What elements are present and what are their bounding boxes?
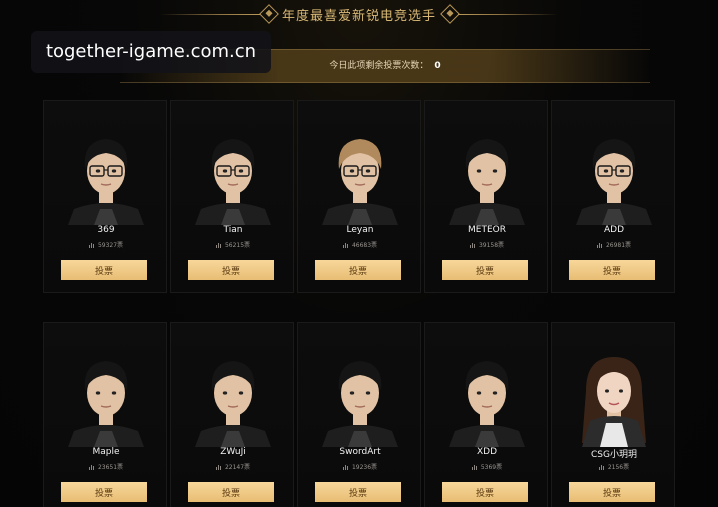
player-card: METEOR 39158票投票 <box>424 100 548 293</box>
vote-button[interactable]: 投票 <box>442 260 528 280</box>
player-card: Leyan 46683票投票 <box>297 100 421 293</box>
bar-chart-icon <box>471 464 478 470</box>
vote-count-text: 46683票 <box>351 242 378 249</box>
vote-count: 59327票 <box>44 240 168 249</box>
remaining-votes-label: 今日此项剩余投票次数： <box>329 61 429 71</box>
player-avatar <box>445 129 529 225</box>
vote-button[interactable]: 投票 <box>315 482 401 502</box>
player-photo <box>68 361 144 447</box>
player-avatar <box>318 129 402 225</box>
bar-chart-icon <box>88 464 95 470</box>
player-photo <box>449 139 525 225</box>
player-photo <box>195 361 271 447</box>
vote-count-text: 5369票 <box>480 464 503 471</box>
vote-button[interactable]: 投票 <box>61 482 147 502</box>
vote-count: 2156票 <box>552 462 676 471</box>
bar-chart-icon <box>469 242 476 248</box>
player-card: CSG小玥玥 2156票投票 <box>551 322 675 507</box>
player-card: SwordArt 19236票投票 <box>297 322 421 507</box>
bar-chart-icon <box>215 464 222 470</box>
player-card: ZWuJi 22147票投票 <box>170 322 294 507</box>
vote-count: 5369票 <box>425 462 549 471</box>
player-card: ADD 26981票投票 <box>551 100 675 293</box>
player-photo <box>582 357 646 447</box>
player-name: ADD <box>603 225 625 235</box>
player-photo <box>322 361 398 447</box>
vote-button[interactable]: 投票 <box>315 260 401 280</box>
player-avatar <box>572 129 656 225</box>
vote-count: 39158票 <box>425 240 549 249</box>
vote-count-text: 26981票 <box>605 242 632 249</box>
vote-button[interactable]: 投票 <box>569 482 655 502</box>
player-name: ZWuJi <box>220 447 246 457</box>
player-photo <box>576 139 652 225</box>
player-card: Tian 56215票投票 <box>170 100 294 293</box>
bar-chart-icon <box>598 464 605 470</box>
player-grid: 369 59327票 投票 Tian 56215票 投票 Leyan 46683票 投票 METE… <box>43 100 676 507</box>
player-photo <box>449 361 525 447</box>
vote-page: 年度最喜爱新锐电竞选手 together-igame.com.cn 今日此项剩余… <box>0 0 718 507</box>
vote-count: 56215票 <box>171 240 295 249</box>
player-name: 369 <box>97 225 115 235</box>
vote-count-text: 2156票 <box>607 464 630 471</box>
vote-count-text: 39158票 <box>478 242 505 249</box>
vote-button[interactable]: 投票 <box>188 482 274 502</box>
player-avatar <box>572 351 656 447</box>
section-header: 年度最喜爱新锐电竞选手 <box>0 0 718 30</box>
vote-count: 22147票 <box>171 462 295 471</box>
player-avatar <box>191 351 275 447</box>
bar-chart-icon <box>215 242 222 248</box>
header-divider-right <box>458 14 558 15</box>
bar-chart-icon <box>88 242 95 248</box>
player-card: 369 59327票投票 <box>43 100 167 293</box>
player-name: Tian <box>223 225 243 235</box>
player-avatar <box>64 129 148 225</box>
vote-count-text: 56215票 <box>224 242 251 249</box>
vote-button[interactable]: 投票 <box>61 260 147 280</box>
vote-count-text: 19236票 <box>351 464 378 471</box>
bar-chart-icon <box>342 242 349 248</box>
player-avatar <box>318 351 402 447</box>
player-name: CSG小玥玥 <box>591 450 637 460</box>
vote-count: 19236票 <box>298 462 422 471</box>
player-name: XDD <box>476 447 498 457</box>
player-name: METEOR <box>468 225 506 235</box>
vote-button[interactable]: 投票 <box>569 260 655 280</box>
player-avatar <box>445 351 529 447</box>
vote-count: 26981票 <box>552 240 676 249</box>
vote-count: 46683票 <box>298 240 422 249</box>
site-watermark: together-igame.com.cn <box>31 31 271 73</box>
player-name: Leyan <box>346 225 374 235</box>
remaining-votes-count: 0 <box>434 61 441 71</box>
player-avatar <box>191 129 275 225</box>
vote-count-text: 23651票 <box>97 464 124 471</box>
player-card: XDD 5369票投票 <box>424 322 548 507</box>
player-avatar <box>64 351 148 447</box>
player-photo <box>68 139 144 225</box>
player-photo <box>195 139 271 225</box>
bar-chart-icon <box>596 242 603 248</box>
vote-button[interactable]: 投票 <box>188 260 274 280</box>
vote-count: 23651票 <box>44 462 168 471</box>
vote-count-text: 22147票 <box>224 464 251 471</box>
player-card: Maple 23651票投票 <box>43 322 167 507</box>
vote-button[interactable]: 投票 <box>442 482 528 502</box>
bar-chart-icon <box>342 464 349 470</box>
section-title: 年度最喜爱新锐电竞选手 <box>281 9 436 24</box>
player-photo <box>322 139 398 225</box>
player-name: Maple <box>92 447 120 457</box>
vote-count-text: 59327票 <box>97 242 124 249</box>
player-name: SwordArt <box>339 447 381 457</box>
